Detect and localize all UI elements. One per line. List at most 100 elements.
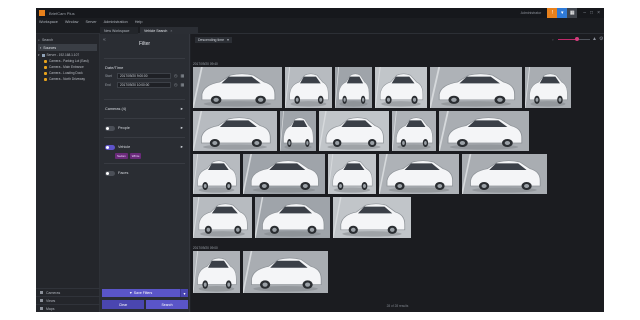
chevron-right-icon: ▸ bbox=[180, 125, 183, 130]
sidebar-bottom-nav: Cameras Views Maps bbox=[36, 288, 100, 312]
zoom-slider[interactable] bbox=[558, 37, 590, 41]
calendar-icon[interactable]: ▦ bbox=[181, 73, 185, 78]
date-time-label: Date/Time bbox=[105, 64, 124, 70]
camera-icon bbox=[44, 59, 47, 63]
info-icon[interactable]: ▾ bbox=[557, 8, 568, 18]
result-thumbnail[interactable] bbox=[243, 251, 328, 293]
end-row: End 2017/09/20 10:00:00 ◷ ▦ bbox=[100, 80, 189, 89]
nav-label: Maps bbox=[46, 306, 55, 311]
chevron-down-icon[interactable]: ▾ bbox=[180, 289, 188, 297]
tree-server-label: Server - 192.168.1.107 bbox=[46, 53, 80, 57]
search-button[interactable]: Search bbox=[146, 300, 188, 309]
end-field[interactable]: 2017/09/20 10:00:00 bbox=[117, 81, 171, 88]
nav-label: Views bbox=[46, 298, 56, 303]
result-thumbnail[interactable] bbox=[280, 111, 316, 151]
tab-label: Vehicle Search bbox=[144, 28, 168, 33]
calendar-icon[interactable]: ▦ bbox=[181, 82, 185, 87]
sidebar-search[interactable]: ⌕ Search bbox=[38, 36, 97, 43]
zoom-in-icon[interactable]: ▲ bbox=[592, 36, 597, 42]
result-thumbnail[interactable] bbox=[430, 67, 522, 108]
sidebar-sources[interactable]: ▪ Sources bbox=[38, 44, 97, 51]
sort-dropdown[interactable]: Descending time ▾ bbox=[195, 36, 232, 43]
filter-panel: « Filter Date/Time Start 2017/09/20 9:00… bbox=[100, 34, 190, 312]
clock-icon[interactable]: ◷ bbox=[174, 82, 178, 87]
result-thumbnail[interactable] bbox=[255, 197, 330, 238]
result-thumbnail[interactable] bbox=[319, 111, 389, 151]
result-thumbnail[interactable] bbox=[328, 154, 376, 194]
menu-workspace[interactable]: Workspace bbox=[39, 20, 58, 24]
result-thumbnail[interactable] bbox=[335, 67, 372, 108]
result-thumbnail[interactable] bbox=[439, 111, 529, 151]
result-thumbnail[interactable] bbox=[285, 67, 332, 108]
menu-administration[interactable]: Administration bbox=[104, 20, 128, 24]
close-icon[interactable]: × bbox=[597, 10, 600, 16]
vehicle-label: Vehicle bbox=[118, 145, 131, 149]
clear-button[interactable]: Clear bbox=[102, 300, 144, 309]
gear-icon[interactable]: ⚙ bbox=[599, 36, 603, 42]
tab-vehicle-search[interactable]: Vehicle Search × bbox=[140, 27, 198, 34]
faces-label: Faces bbox=[118, 171, 129, 175]
save-filters-button[interactable]: ♥ Save Filters bbox=[102, 289, 180, 297]
tree-camera-label: Camera - Parking Lot (East) bbox=[49, 59, 89, 63]
result-thumbnail[interactable] bbox=[193, 67, 282, 108]
vehicle-chips: Sedan White bbox=[100, 152, 189, 159]
save-filters-row: ♥ Save Filters ▾ bbox=[102, 289, 188, 297]
user-name[interactable]: Administrator bbox=[521, 11, 542, 15]
result-thumbnail[interactable] bbox=[375, 67, 427, 108]
tab-new-workspace[interactable]: New Workspace bbox=[100, 27, 138, 34]
start-field[interactable]: 2017/09/20 9:00:00 bbox=[117, 72, 171, 79]
zoom-out-icon[interactable]: ▫ bbox=[552, 37, 553, 42]
result-thumbnail[interactable] bbox=[392, 111, 436, 151]
result-thumbnail[interactable] bbox=[525, 67, 571, 108]
tree-camera[interactable]: Camera - North Driveway bbox=[36, 76, 99, 82]
expand-icon[interactable]: ▾ bbox=[38, 53, 40, 57]
faces-row[interactable]: Faces bbox=[100, 168, 189, 178]
search-icon: ⌕ bbox=[38, 37, 40, 42]
start-value: 2017/09/20 9:00:00 bbox=[120, 73, 148, 78]
app-window: BriefCam Plus Administrator ! ▾ ▦ – □ × … bbox=[36, 8, 604, 312]
result-thumbnail[interactable] bbox=[243, 154, 325, 194]
people-toggle[interactable] bbox=[105, 125, 115, 131]
tree-camera-label: Camera - North Driveway bbox=[49, 77, 85, 81]
result-thumbnail[interactable] bbox=[193, 251, 240, 293]
vehicle-row[interactable]: Vehicle ▸ bbox=[100, 142, 189, 152]
people-row[interactable]: People ▸ bbox=[100, 123, 189, 133]
end-value: 2017/09/20 10:00:00 bbox=[120, 82, 150, 87]
chip-white[interactable]: White bbox=[129, 152, 142, 159]
menu-server[interactable]: Server bbox=[85, 20, 96, 24]
chip-sedan[interactable]: Sedan bbox=[115, 152, 128, 159]
warning-icon[interactable]: ! bbox=[547, 8, 558, 18]
filter-title: Filter bbox=[138, 41, 151, 47]
tree-camera-label: Camera - Main Entrance bbox=[49, 65, 84, 69]
layout-icon[interactable]: ▦ bbox=[567, 8, 578, 18]
result-thumbnail[interactable] bbox=[379, 154, 459, 194]
cameras-icon bbox=[40, 291, 43, 294]
vehicle-toggle[interactable] bbox=[105, 144, 115, 150]
people-label: People bbox=[118, 126, 130, 130]
nav-cameras[interactable]: Cameras bbox=[36, 288, 100, 296]
tab-close-icon[interactable]: × bbox=[170, 29, 172, 33]
minimize-icon[interactable]: – bbox=[583, 10, 586, 16]
tab-label: New Workspace bbox=[104, 28, 130, 33]
end-label: End bbox=[105, 82, 111, 87]
menu-window[interactable]: Window bbox=[65, 20, 79, 24]
maximize-icon[interactable]: □ bbox=[590, 10, 593, 16]
nav-label: Cameras bbox=[46, 290, 61, 295]
nav-views[interactable]: Views bbox=[36, 296, 100, 304]
zoom-slider-knob[interactable] bbox=[575, 37, 580, 41]
cameras-row[interactable]: Cameras (4) ▸ bbox=[100, 104, 189, 114]
collapse-icon[interactable]: « bbox=[103, 37, 106, 43]
result-thumbnail[interactable] bbox=[333, 197, 411, 238]
chevron-right-icon: ▸ bbox=[180, 144, 183, 149]
camera-icon bbox=[44, 65, 47, 69]
result-thumbnail[interactable] bbox=[193, 197, 252, 238]
menu-help[interactable]: Help bbox=[135, 20, 143, 24]
results-area: Descending time ▾ ▫ ▲ ⚙ 2017/09/20 09:40… bbox=[191, 34, 604, 312]
nav-maps[interactable]: Maps bbox=[36, 304, 100, 312]
clock-icon[interactable]: ◷ bbox=[174, 73, 178, 78]
result-thumbnail[interactable] bbox=[193, 111, 277, 151]
result-thumbnail[interactable] bbox=[193, 154, 240, 194]
faces-toggle[interactable] bbox=[105, 170, 115, 176]
result-thumbnail[interactable] bbox=[462, 154, 547, 194]
filter-header: « Filter bbox=[100, 34, 189, 54]
